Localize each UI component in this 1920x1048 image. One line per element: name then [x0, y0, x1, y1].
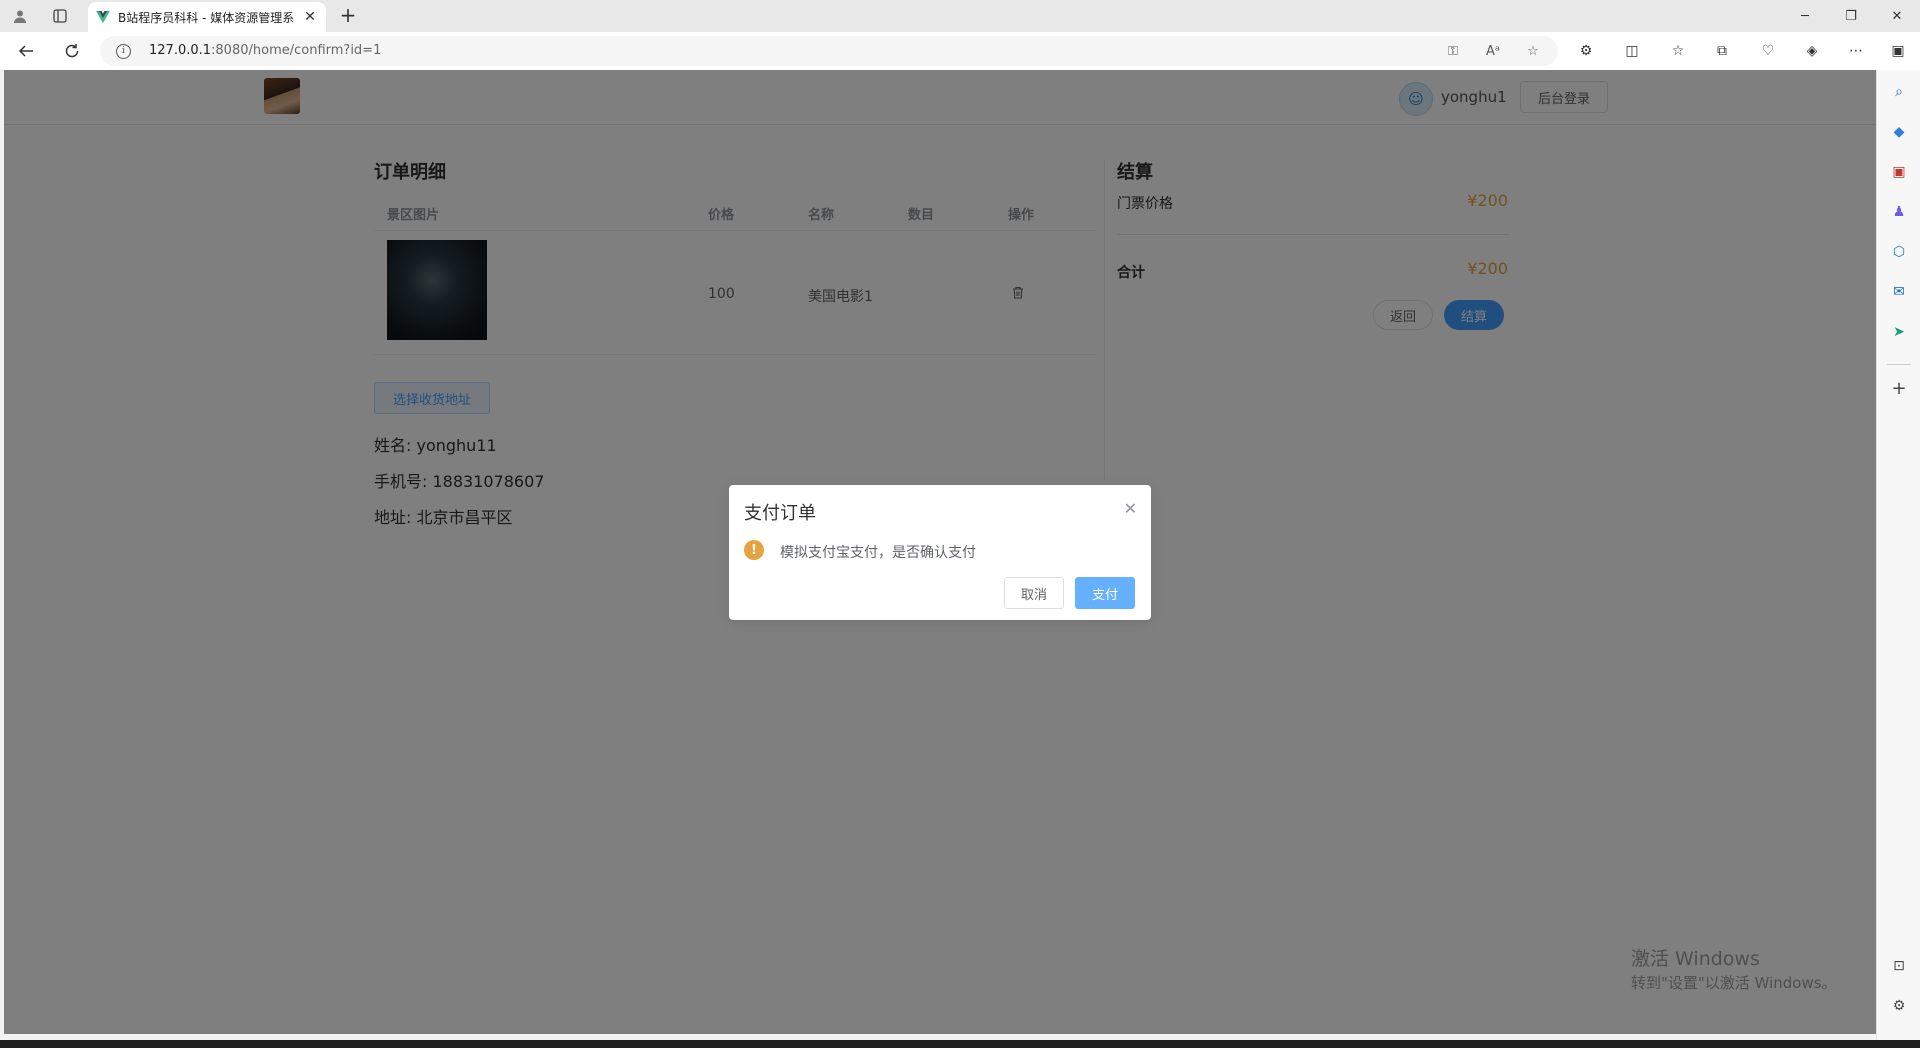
cancel-button[interactable]: 取消: [1004, 577, 1064, 609]
screenshot-icon[interactable]: ⊡: [1887, 954, 1911, 978]
back-arrow-icon[interactable]: [14, 39, 38, 63]
browser-tab-bar: B站程序员科科 - 媒体资源管理系 ✕ + ─ ❐ ✕: [0, 0, 1920, 32]
vue-favicon-icon: [96, 10, 110, 24]
browser-tab-active[interactable]: B站程序员科科 - 媒体资源管理系 ✕: [88, 2, 326, 32]
collections-icon[interactable]: ⧉: [1710, 39, 1734, 63]
tools-briefcase-icon[interactable]: ▣: [1887, 160, 1911, 184]
settings-gear-icon[interactable]: ⚙: [1887, 994, 1911, 1018]
send-icon[interactable]: ➤: [1887, 320, 1911, 344]
shopping-tag-icon[interactable]: ◆: [1887, 120, 1911, 144]
tab-actions-icon[interactable]: [48, 4, 72, 28]
games-icon[interactable]: ♟: [1887, 200, 1911, 224]
favorites-icon[interactable]: ☆: [1666, 39, 1690, 63]
sidebar-divider: [1887, 364, 1911, 365]
payment-dialog: 支付订单 ✕ ! 模拟支付宝支付，是否确认支付 取消 支付: [729, 485, 1151, 620]
os-taskbar: [0, 1040, 1920, 1048]
warning-icon: !: [744, 540, 764, 560]
profile-icon[interactable]: [8, 4, 32, 28]
pay-button[interactable]: 支付: [1075, 577, 1135, 609]
dialog-title: 支付订单: [744, 503, 816, 524]
edge-sidebar: ⌕ ◆ ▣ ♟ ⬡ ✉ ➤ + ⊡ ⚙: [1876, 70, 1920, 1040]
new-tab-icon[interactable]: +: [336, 4, 360, 28]
window-close-icon[interactable]: ✕: [1874, 0, 1920, 32]
address-bar[interactable]: i 127.0.0.1:8080/home/confirm?id=1 ⚿ Aᵃ …: [100, 36, 1558, 66]
browser-essentials-icon[interactable]: ♡: [1756, 39, 1780, 63]
outlook-icon[interactable]: ✉: [1887, 280, 1911, 304]
close-icon[interactable]: ✕: [1124, 499, 1137, 518]
sidebar-toggle-icon[interactable]: ▣: [1886, 39, 1910, 63]
tab-title: B站程序员科科 - 媒体资源管理系: [118, 10, 295, 25]
read-aloud-icon[interactable]: Aᵃ: [1484, 42, 1502, 60]
refresh-icon[interactable]: [60, 39, 84, 63]
search-icon[interactable]: ⌕: [1887, 80, 1911, 104]
microsoft365-icon[interactable]: ⬡: [1887, 240, 1911, 264]
favorite-star-icon[interactable]: ☆: [1524, 42, 1542, 60]
more-menu-icon[interactable]: ⋯: [1844, 39, 1868, 63]
copilot-icon[interactable]: ◈: [1800, 39, 1824, 63]
browser-toolbar: i 127.0.0.1:8080/home/confirm?id=1 ⚿ Aᵃ …: [0, 32, 1920, 71]
restore-icon[interactable]: ❐: [1828, 0, 1874, 32]
dialog-message: 模拟支付宝支付，是否确认支付: [780, 545, 976, 561]
site-info-icon[interactable]: i: [116, 44, 131, 59]
extensions-icon[interactable]: ⚙: [1574, 39, 1598, 63]
tab-close-icon[interactable]: ✕: [302, 9, 318, 25]
minimize-icon[interactable]: ─: [1782, 0, 1828, 32]
add-icon[interactable]: +: [1887, 376, 1911, 400]
split-screen-icon[interactable]: ◫: [1620, 39, 1644, 63]
password-key-icon[interactable]: ⚿: [1444, 42, 1462, 60]
url-text: 127.0.0.1:8080/home/confirm?id=1: [149, 43, 382, 58]
